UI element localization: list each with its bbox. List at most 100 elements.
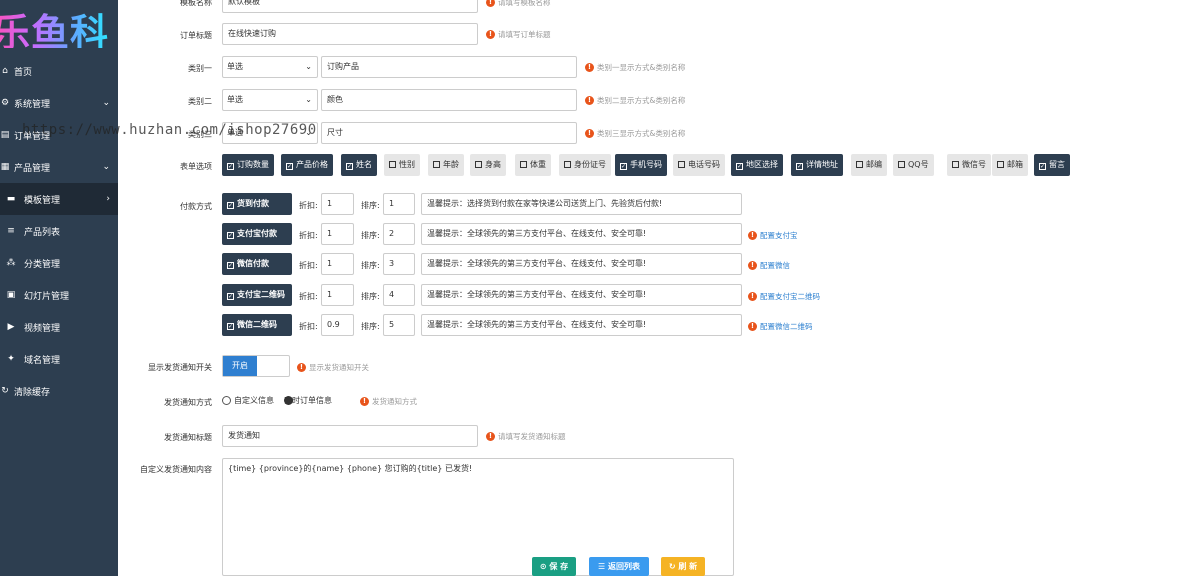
template-name-input[interactable]: 默认模板 [222, 0, 478, 13]
config-link-text[interactable]: 配置微信二维码 [760, 321, 813, 332]
form-option-checkbox[interactable]: 邮编 [851, 154, 887, 176]
order-title-label: 订单标题 [180, 31, 212, 40]
payment-note-input[interactable]: 温馨提示：选择货到付款在家等快递公司送货上门、先验货后付款! [421, 193, 742, 215]
notify-mode-custom[interactable]: 自定义信息 [222, 395, 274, 406]
payment-method-checkbox[interactable]: ✓ 货到付款 [222, 193, 292, 215]
form-option-checkbox[interactable]: 微信号 [947, 154, 991, 176]
sidebar-item-system[interactable]: ⚙ 系统管理 ⌄ [0, 87, 118, 119]
cat3-input[interactable]: 尺寸 [321, 122, 577, 144]
form-options-label: 表单选项 [180, 162, 212, 171]
sidebar-item-label: 系统管理 [14, 99, 51, 110]
form-option-checkbox[interactable]: ✓ 详情地址 [791, 154, 843, 176]
notify-title-input[interactable]: 发货通知 [222, 425, 478, 447]
payment-note-input[interactable]: 温馨提示：全球领先的第三方支付平台、在线支付、安全可靠! [421, 253, 742, 275]
radio-circle [222, 396, 231, 405]
link-icon: ✦ [7, 354, 15, 364]
form-option-checkbox[interactable]: 电话号码 [673, 154, 725, 176]
payment-method-checkbox[interactable]: ✓ 微信付款 [222, 253, 292, 275]
form-option-checkbox[interactable]: 体重 [515, 154, 551, 176]
sort-input[interactable]: 2 [383, 223, 415, 245]
checkbox-empty-icon [952, 161, 959, 168]
config-link-text[interactable]: 配置支付宝二维码 [760, 291, 820, 302]
discount-input[interactable]: 1 [321, 193, 354, 215]
form-option-checkbox[interactable]: 性别 [384, 154, 420, 176]
sort-input[interactable]: 5 [383, 314, 415, 336]
save-button[interactable]: ⊙ 保 存 [532, 557, 576, 576]
checkbox-checked-icon: ✓ [227, 323, 234, 330]
sidebar-item-label: 幻灯片管理 [24, 291, 70, 302]
warning-icon: ! [486, 30, 495, 39]
sidebar-item-clear-cache[interactable]: ↻ 清除缓存 [0, 375, 118, 407]
sidebar-item-home[interactable]: ⌂ 首页 [0, 55, 118, 87]
back-to-list-button[interactable]: ☰ 返回列表 [589, 557, 649, 576]
checkbox-checked-icon: ✓ [227, 293, 234, 300]
sidebar-item-categories[interactable]: ⁂ 分类管理 [0, 247, 118, 279]
grid-icon: ▦ [0, 162, 10, 172]
sidebar: 乐鱼科 ⌂ 首页 ⚙ 系统管理 ⌄ ▤ 订单管理 ▦ 产品管理 ⌄ ▬ 模板管理 › ≡ 产… [0, 0, 118, 576]
warning-icon: ! [748, 261, 757, 270]
form-option-checkbox[interactable]: QQ号 [893, 154, 934, 176]
notify-content-textarea[interactable]: {time} {province}的{name} {phone} 您订购的{ti… [222, 458, 734, 576]
sidebar-item-products[interactable]: ▦ 产品管理 ⌄ [0, 151, 118, 183]
payment-config-link[interactable]: ! 配置支付宝 [748, 230, 798, 241]
payment-method-checkbox[interactable]: ✓ 微信二维码 [222, 314, 292, 336]
option-label: 体重 [530, 160, 546, 169]
payment-config-link[interactable]: ! 配置支付宝二维码 [748, 291, 820, 302]
warning-icon: ! [486, 432, 495, 441]
sort-input[interactable]: 3 [383, 253, 415, 275]
option-label: 邮箱 [1007, 160, 1023, 169]
sidebar-item-templates[interactable]: ▬ 模板管理 › [0, 183, 118, 215]
cat2-input[interactable]: 颜色 [321, 89, 577, 111]
cat2-select[interactable]: 单选 ⌄ [222, 89, 318, 111]
sidebar-item-product-list[interactable]: ≡ 产品列表 [0, 215, 118, 247]
sort-input[interactable]: 1 [383, 193, 415, 215]
hint-text: 发货通知方式 [372, 397, 417, 406]
cat1-label: 类别一 [188, 64, 212, 73]
payment-config-link[interactable]: ! 配置微信二维码 [748, 321, 813, 332]
payment-method-checkbox[interactable]: ✓ 支付宝付款 [222, 223, 292, 245]
option-label: 邮编 [866, 160, 882, 169]
payment-label: 付款方式 [180, 202, 212, 211]
form-option-checkbox[interactable]: ✓ 手机号码 [615, 154, 667, 176]
form-option-checkbox[interactable]: 身高 [470, 154, 506, 176]
discount-label: 折扣: [299, 201, 318, 210]
sidebar-item-videos[interactable]: ▶ 视频管理 [0, 311, 118, 343]
form-option-checkbox[interactable]: ✓ 产品价格 [281, 154, 333, 176]
form-option-checkbox[interactable]: ✓ 留言 [1034, 154, 1070, 176]
discount-input[interactable]: 1 [321, 284, 354, 306]
cat1-input[interactable]: 订购产品 [321, 56, 577, 78]
chevron-down-icon: ⌄ [102, 162, 110, 172]
option-label: 电话号码 [688, 160, 720, 169]
hint-text: 请填写模板名称 [498, 0, 551, 7]
payment-note-input[interactable]: 温馨提示：全球领先的第三方支付平台、在线支付、安全可靠! [421, 314, 742, 336]
notify-mode-realtime[interactable]: 实时订单信息 [284, 395, 332, 406]
order-title-input[interactable]: 在线快速订购 [222, 23, 478, 45]
form-option-checkbox[interactable]: 邮箱 [992, 154, 1028, 176]
payment-note-input[interactable]: 温馨提示：全球领先的第三方支付平台、在线支付、安全可靠! [421, 223, 742, 245]
notify-switch-toggle[interactable]: 开启 [222, 355, 290, 377]
payment-method-checkbox[interactable]: ✓ 支付宝二维码 [222, 284, 292, 306]
form-option-checkbox[interactable]: ✓ 订购数量 [222, 154, 274, 176]
payment-note-input[interactable]: 温馨提示：全球领先的第三方支付平台、在线支付、安全可靠! [421, 284, 742, 306]
sidebar-item-domains[interactable]: ✦ 域名管理 [0, 343, 118, 375]
payment-config-link[interactable]: ! 配置微信 [748, 260, 790, 271]
config-link-text[interactable]: 配置支付宝 [760, 230, 798, 241]
checkbox-empty-icon [475, 161, 482, 168]
checkbox-checked-icon: ✓ [620, 163, 627, 170]
discount-input[interactable]: 1 [321, 253, 354, 275]
discount-input[interactable]: 0.9 [321, 314, 354, 336]
option-label: 地区选择 [746, 160, 778, 169]
cat1-select[interactable]: 单选 ⌄ [222, 56, 318, 78]
form-option-checkbox[interactable]: 身份证号 [559, 154, 611, 176]
warning-icon: ! [585, 96, 594, 105]
refresh-button[interactable]: ↻ 刷 新 [661, 557, 705, 576]
config-link-text[interactable]: 配置微信 [760, 260, 790, 271]
form-option-checkbox[interactable]: ✓ 姓名 [341, 154, 377, 176]
warning-icon: ! [486, 0, 495, 7]
form-option-checkbox[interactable]: 年龄 [428, 154, 464, 176]
sort-input[interactable]: 4 [383, 284, 415, 306]
checkbox-empty-icon [997, 161, 1004, 168]
sidebar-item-slides[interactable]: ▣ 幻灯片管理 [0, 279, 118, 311]
discount-input[interactable]: 1 [321, 223, 354, 245]
form-option-checkbox[interactable]: ✓ 地区选择 [731, 154, 783, 176]
